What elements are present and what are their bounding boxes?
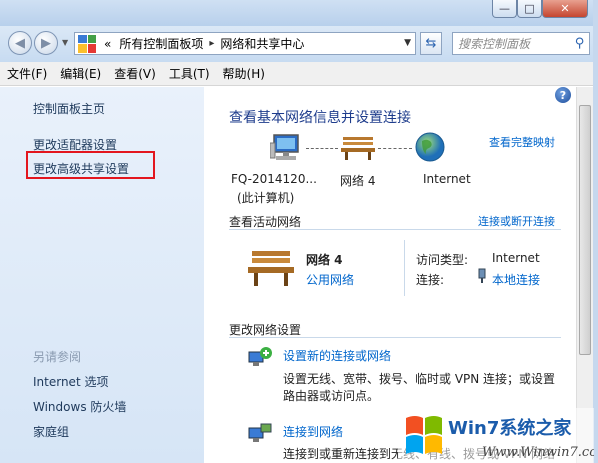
refresh-button[interactable]: ⇆	[420, 32, 442, 55]
vertical-scrollbar[interactable]	[576, 87, 593, 463]
menu-view[interactable]: 查看(V)	[114, 65, 156, 82]
menu-edit[interactable]: 编辑(E)	[60, 65, 101, 82]
access-type-label: 访问类型:	[416, 253, 469, 267]
link-public-network[interactable]: 公用网络	[306, 271, 354, 288]
link-connect-disconnect[interactable]: 连接或断开连接	[478, 213, 555, 229]
address-bar[interactable]: « 所有控制面板项 ▸ 网络和共享中心 ▼	[74, 32, 416, 55]
ethernet-icon	[478, 268, 486, 283]
access-type-value: Internet	[492, 251, 540, 265]
help-icon: ?	[559, 88, 567, 102]
help-button[interactable]: ?	[555, 87, 571, 103]
link-setup-new-connection[interactable]: 设置新的连接或网络	[283, 347, 391, 364]
computer-icon	[270, 134, 299, 160]
forward-button[interactable]: ▶	[34, 31, 58, 55]
search-icon[interactable]: ⚲	[570, 36, 589, 51]
map-network-name: 网络 4	[340, 174, 376, 188]
map-link-line-1	[306, 148, 338, 149]
section-divider-1	[229, 229, 561, 230]
menu-bar: 文件(F) 编辑(E) 查看(V) 工具(T) 帮助(H)	[0, 62, 598, 86]
minimize-icon: —	[499, 2, 510, 15]
active-network-name: 网络 4	[306, 253, 343, 267]
page-title: 查看基本网络信息并设置连接	[229, 110, 411, 126]
watermark-logo: Win7系统之家 Www.Winwin7.com	[398, 408, 594, 463]
map-link-line-2	[378, 148, 412, 149]
close-icon: ✕	[560, 2, 570, 15]
scrollbar-thumb[interactable]	[579, 105, 591, 355]
map-computer-name: FQ-2014120...	[231, 172, 317, 186]
link-connect-to-network[interactable]: 连接到网络	[283, 423, 343, 440]
breadcrumb-overflow[interactable]: «	[104, 37, 111, 51]
link-windows-firewall[interactable]: Windows 防火墙	[33, 398, 126, 415]
link-homegroup[interactable]: 家庭组	[33, 423, 69, 440]
link-view-full-map[interactable]: 查看完整映射	[489, 134, 555, 150]
refresh-icon: ⇆	[425, 36, 437, 51]
active-networks-heading: 查看活动网络	[229, 215, 302, 229]
watermark-url: Www.Winwin7.com	[482, 445, 594, 460]
map-computer-sub: (此计算机)	[237, 191, 295, 205]
section-divider-2	[229, 337, 561, 338]
control-panel-icon	[78, 34, 96, 53]
breadcrumb-network-center[interactable]: 网络和共享中心	[220, 35, 304, 52]
link-local-connection[interactable]: 本地连接	[492, 271, 540, 288]
back-arrow-icon: ◀	[15, 35, 25, 51]
setup-desc-line-2: 路由器或访问点。	[283, 389, 380, 403]
vertical-divider	[404, 240, 405, 296]
window-frame-edge	[593, 0, 598, 463]
menu-tools[interactable]: 工具(T)	[169, 65, 210, 82]
public-network-bench-icon	[248, 251, 294, 286]
back-button[interactable]: ◀	[8, 31, 32, 55]
maximize-button[interactable]: □	[517, 0, 542, 18]
map-internet-label: Internet	[423, 172, 471, 186]
connections-label: 连接:	[416, 273, 445, 287]
address-row: ◀ ▶ ▼ « 所有控制面板项 ▸ 网络和共享中心 ▼ ⇆ ⚲	[0, 26, 598, 62]
close-button[interactable]: ✕	[542, 0, 588, 18]
minimize-button[interactable]: —	[492, 0, 517, 18]
breadcrumb-all-items[interactable]: 所有控制面板项	[119, 35, 203, 52]
menu-file[interactable]: 文件(F)	[7, 65, 47, 82]
change-settings-heading: 更改网络设置	[229, 323, 302, 337]
setup-desc-line-1: 设置无线、宽带、拨号、临时或 VPN 连接；或设置	[283, 372, 556, 386]
search-box[interactable]: ⚲	[452, 32, 590, 55]
link-advanced-sharing-settings[interactable]: 更改高级共享设置	[33, 160, 129, 177]
bench-icon	[341, 137, 375, 160]
link-control-panel-home[interactable]: 控制面板主页	[33, 100, 105, 117]
breadcrumb-separator[interactable]: ▸	[209, 38, 214, 49]
address-dropdown-icon[interactable]: ▼	[404, 38, 411, 48]
recent-pages-dropdown[interactable]: ▼	[62, 38, 68, 47]
see-also-heading: 另请参阅	[33, 350, 82, 364]
new-connection-icon	[248, 347, 272, 366]
internet-globe-icon	[415, 132, 445, 162]
search-input[interactable]	[458, 36, 570, 51]
menu-help[interactable]: 帮助(H)	[223, 65, 265, 82]
maximize-icon: □	[524, 2, 535, 15]
watermark-text: Win7系统之家	[448, 417, 572, 439]
connect-to-network-icon	[248, 423, 272, 442]
title-bar: — □ ✕	[0, 0, 598, 26]
link-internet-options[interactable]: Internet 选项	[33, 373, 108, 390]
forward-arrow-icon: ▶	[41, 35, 51, 51]
